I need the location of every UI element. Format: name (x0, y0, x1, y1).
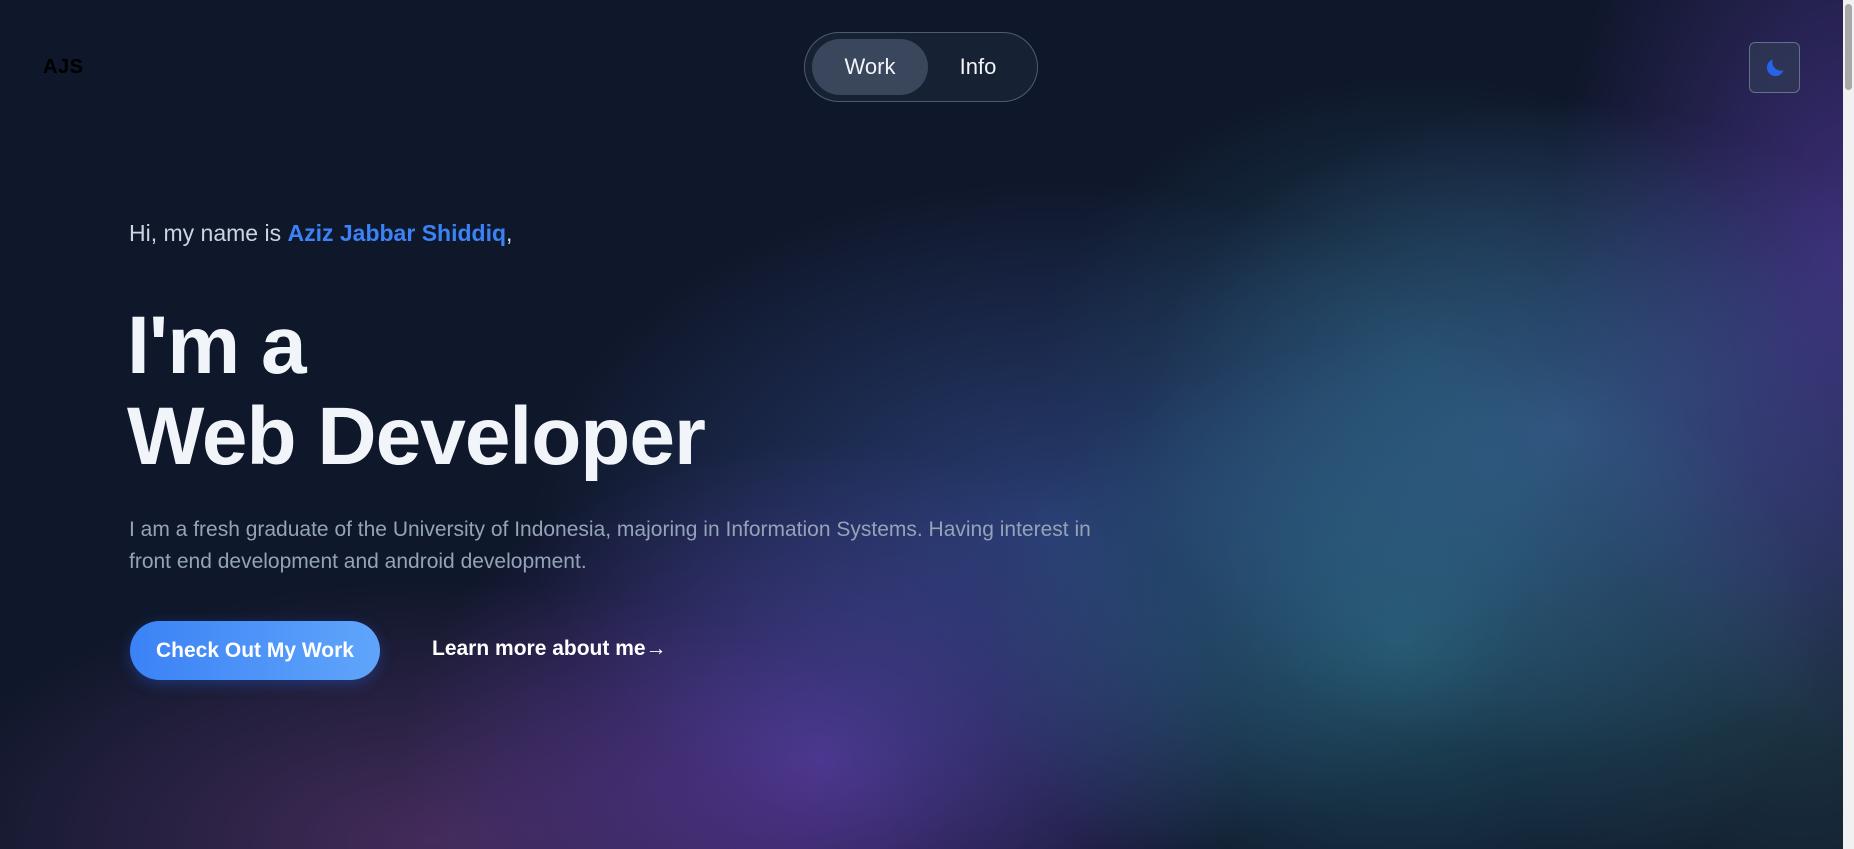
headline-line-2: Web Developer (127, 391, 706, 482)
moon-icon (1766, 59, 1783, 76)
check-out-work-button[interactable]: Check Out My Work (130, 621, 380, 680)
theme-toggle-button[interactable] (1749, 42, 1800, 93)
main-nav: Work Info (804, 32, 1038, 102)
greeting-text: Hi, my name is Aziz Jabbar Shiddiq, (129, 220, 512, 247)
scrollbar-thumb[interactable] (1845, 4, 1852, 90)
site-logo[interactable]: AJS (43, 56, 83, 79)
nav-item-info[interactable]: Info (928, 39, 1028, 95)
hero-description: I am a fresh graduate of the University … (129, 518, 1091, 573)
nav-item-work[interactable]: Work (812, 39, 928, 95)
learn-more-link[interactable]: Learn more about me→ (432, 637, 667, 661)
greeting-prefix: Hi, my name is (129, 220, 288, 246)
greeting-suffix: , (506, 220, 513, 246)
headline-line-1: I'm a (127, 300, 307, 391)
hero-headline: I'm a Web Developer (127, 300, 706, 482)
owner-name: Aziz Jabbar Shiddiq (287, 220, 507, 246)
page: AJS Work Info Hi, my name is Aziz Jabbar… (0, 0, 1854, 849)
vertical-scrollbar[interactable] (1843, 0, 1854, 849)
